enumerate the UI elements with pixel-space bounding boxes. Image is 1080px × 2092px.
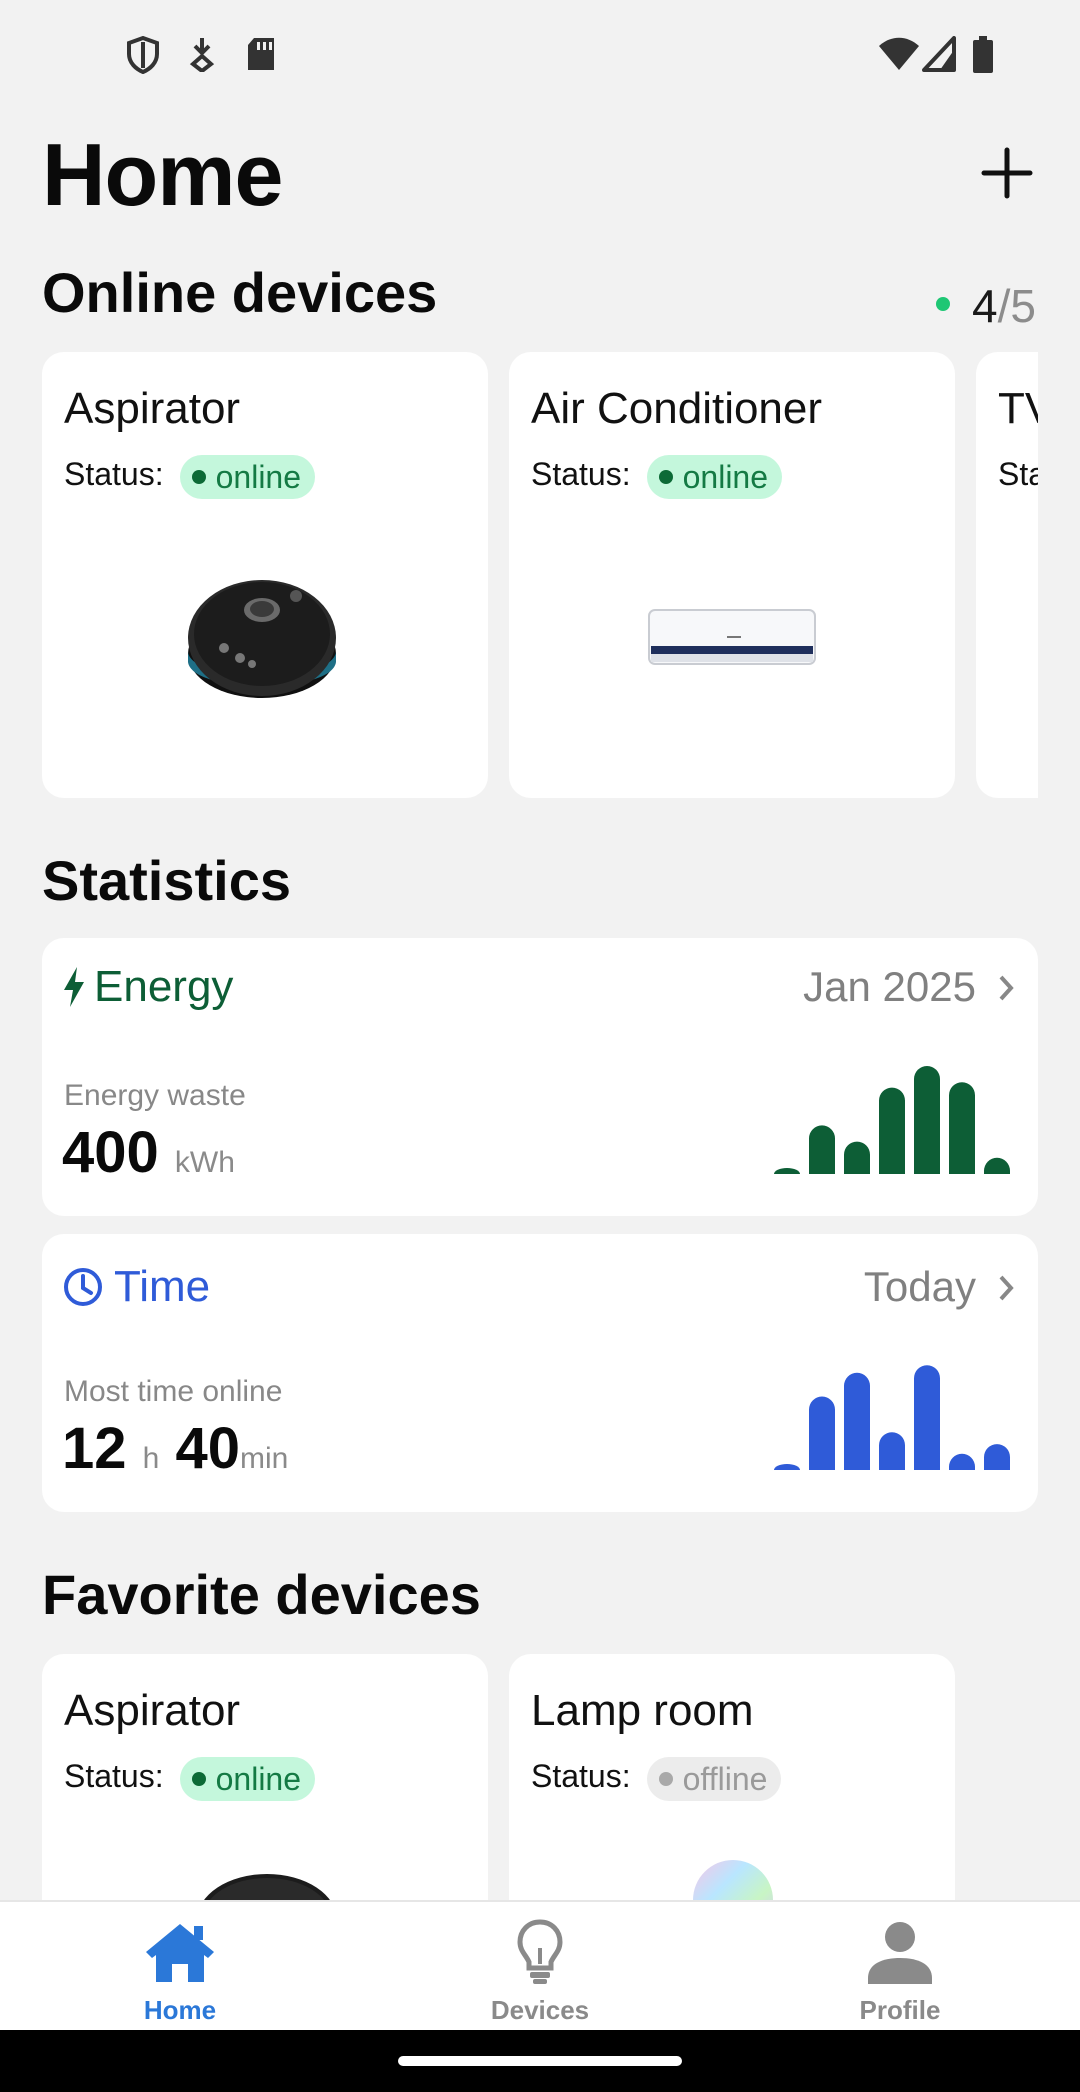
device-name: TV: [998, 384, 1038, 433]
status-text: online: [215, 1760, 302, 1797]
energy-bar: [949, 1082, 975, 1174]
page-title: Home: [42, 125, 283, 224]
status-text: online: [215, 458, 302, 495]
online-dot: [936, 296, 951, 311]
minutes-unit: min: [239, 1442, 289, 1475]
hours-number: 12: [62, 1416, 127, 1481]
energy-bar: [809, 1125, 835, 1174]
chevron-right-icon[interactable]: [996, 974, 1016, 1002]
energy-bar: [844, 1141, 870, 1174]
energy-bar: [984, 1157, 1010, 1174]
home-icon: [146, 1924, 214, 1982]
device-name: Air Conditioner: [531, 384, 823, 433]
person-icon: [868, 1922, 932, 1984]
nav-profile-label: Profile: [859, 1995, 941, 2025]
device-card-air-conditioner[interactable]: Air Conditioner Status: online: [509, 352, 955, 798]
time-bar: [879, 1432, 905, 1470]
minutes-number: 40: [175, 1416, 240, 1481]
energy-bar-chart: [774, 1066, 1010, 1174]
device-status: Sta: [998, 452, 1038, 496]
bottom-navigation: Home Devices Profile: [0, 1900, 1080, 2032]
device-status: Status: online: [64, 452, 316, 499]
wifi-icon: [879, 37, 919, 70]
lightbulb-icon: [517, 1919, 563, 1984]
nav-devices-label: Devices: [490, 1995, 590, 2025]
status-badge: online: [646, 454, 783, 499]
energy-label: Energy: [94, 962, 234, 1011]
energy-sub-label: Energy waste: [64, 1079, 246, 1112]
online-count-value: 4: [972, 280, 998, 332]
status-badge: online: [179, 1756, 316, 1801]
energy-number: 400: [62, 1120, 159, 1185]
status-text: online: [682, 458, 769, 495]
total-count-value: 5: [1010, 280, 1036, 332]
status-badge: offline: [646, 1756, 782, 1801]
air-conditioner-image: [648, 609, 816, 665]
chevron-right-icon[interactable]: [996, 1274, 1016, 1302]
status-label: Status:: [531, 456, 631, 492]
energy-bar: [774, 1168, 800, 1174]
hours-unit: h: [142, 1442, 160, 1475]
status-text: offline: [682, 1760, 768, 1797]
nav-home-label: Home: [143, 1995, 217, 2025]
cellular-signal-icon: [922, 36, 956, 72]
time-bar: [949, 1453, 975, 1470]
status-badge: online: [179, 454, 316, 499]
time-label: Time: [114, 1262, 211, 1311]
plus-icon: [981, 147, 1033, 199]
energy-unit: kWh: [174, 1146, 235, 1179]
energy-value: 400 kWh: [62, 1118, 235, 1198]
sd-card-icon: [248, 38, 274, 70]
online-devices-carousel[interactable]: Aspirator Status: online Air Conditioner …: [42, 352, 1038, 798]
clock-icon: [64, 1268, 102, 1306]
nav-devices[interactable]: Devices: [440, 1902, 640, 2032]
count-separator: /: [997, 280, 1011, 332]
battery-icon: [973, 36, 993, 73]
status-bar: [0, 0, 1080, 110]
time-bar: [914, 1365, 940, 1470]
energy-period: Jan 2025: [803, 963, 976, 1010]
shield-icon: [127, 36, 159, 74]
online-count: 4/5: [936, 278, 1036, 334]
add-device-button[interactable]: [972, 138, 1042, 208]
time-value: 12 h 40min: [62, 1414, 288, 1494]
nav-profile[interactable]: Profile: [800, 1902, 1000, 2032]
favorite-devices-title: Favorite devices: [42, 1563, 481, 1626]
device-card-tv[interactable]: TV Sta: [976, 352, 1038, 798]
statistics-title: Statistics: [42, 849, 291, 912]
nav-home[interactable]: Home: [80, 1902, 280, 2032]
time-bar: [809, 1396, 835, 1470]
lightning-icon: [64, 967, 84, 1007]
robot-vacuum-image: [188, 580, 336, 698]
time-bar: [984, 1444, 1010, 1470]
energy-bar: [914, 1066, 940, 1174]
time-bar-chart: [774, 1365, 1010, 1470]
energy-bar: [879, 1087, 905, 1174]
device-card-aspirator[interactable]: Aspirator Status: online: [42, 352, 488, 798]
device-status: Status: online: [531, 452, 783, 499]
device-status: Status: online: [64, 1754, 316, 1801]
online-devices-title: Online devices: [42, 261, 438, 324]
home-gesture-handle[interactable]: [398, 2056, 682, 2066]
status-label: Sta: [998, 456, 1038, 492]
device-name: Aspirator: [64, 1686, 241, 1735]
time-bar: [844, 1372, 870, 1470]
energy-stat-card[interactable]: Energy Jan 2025 Energy waste 400 kWh: [42, 938, 1038, 1216]
status-label: Status:: [64, 456, 164, 492]
time-bar: [774, 1464, 800, 1470]
device-name: Lamp room: [531, 1686, 754, 1735]
status-label: Status:: [64, 1758, 164, 1794]
device-name: Aspirator: [64, 384, 241, 433]
time-stat-card[interactable]: Time Today Most time online 12 h 40min: [42, 1234, 1038, 1512]
time-sub-label: Most time online: [64, 1375, 283, 1408]
download-icon: [189, 38, 215, 72]
device-status: Status: offline: [531, 1754, 782, 1801]
status-label: Status:: [531, 1758, 631, 1794]
time-period: Today: [863, 1263, 976, 1310]
